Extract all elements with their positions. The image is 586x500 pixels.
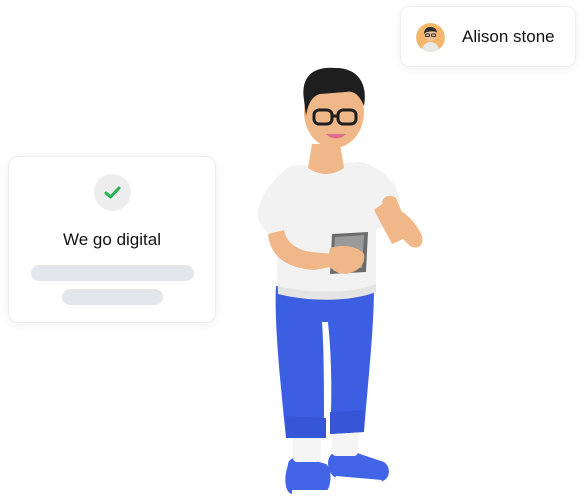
status-card: We go digital [8,156,216,323]
profile-card[interactable]: Alison stone [400,6,576,67]
placeholder-line [31,265,194,281]
checkmark-icon [104,186,121,199]
status-title: We go digital [63,230,161,249]
placeholder-line [62,289,163,305]
profile-name: Alison stone [462,27,555,46]
person-avatar-icon [416,23,445,52]
check-badge [94,174,131,211]
person-holding-phone-illustration [257,67,423,496]
avatar [416,23,445,52]
